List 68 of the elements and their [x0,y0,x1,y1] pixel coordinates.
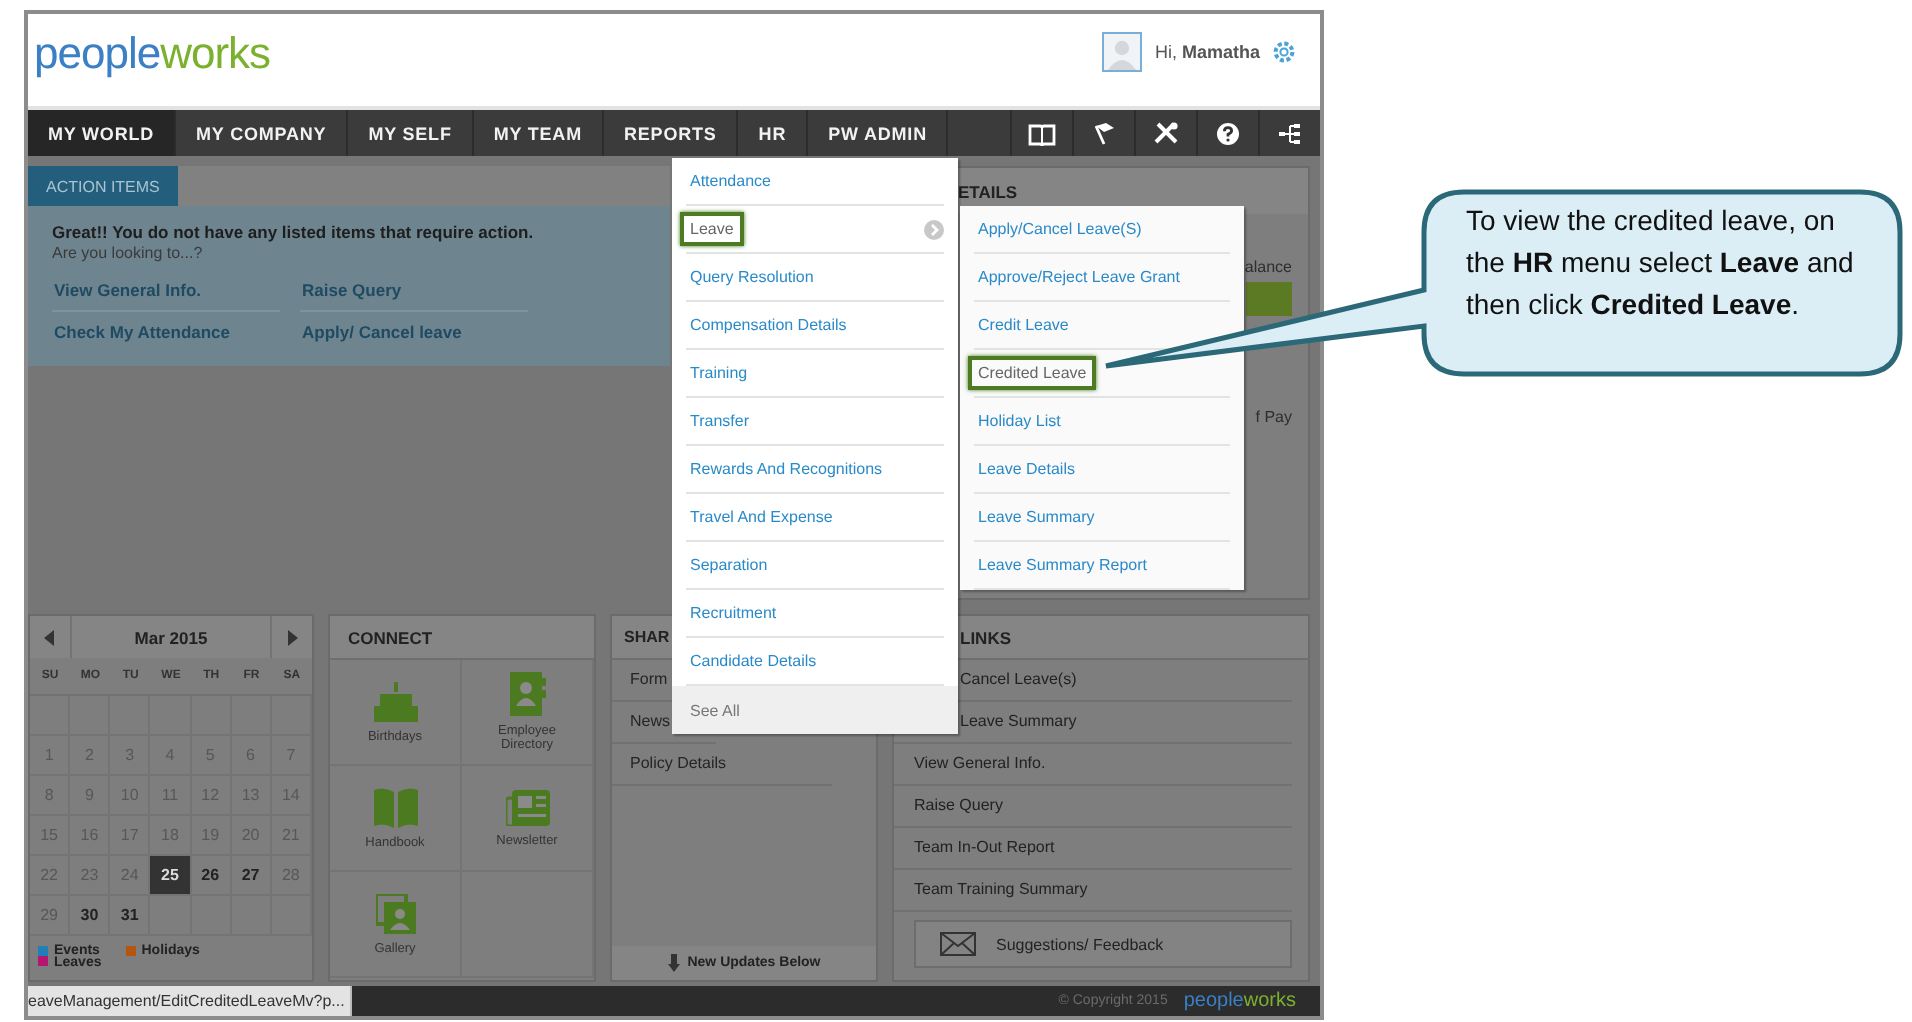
calendar-day[interactable]: 27 [231,856,272,896]
footer-logo: peopleworks [1183,990,1296,1012]
calendar-cell [191,896,232,936]
panel-title: SHAR [624,628,670,646]
user-greeting: Hi, Mamatha [1154,42,1260,62]
menu-item[interactable]: Attendance [686,158,944,206]
panel-title: LINKS [960,627,1011,647]
menu-item[interactable]: Leave Summary [974,494,1230,542]
cake-icon [373,681,417,721]
menu-item[interactable]: Training [686,350,944,398]
quick-link[interactable]: Raise Query [894,786,1292,828]
balance-label: alance [1244,258,1292,276]
quick-action-link[interactable]: Check My Attendance [52,312,280,352]
quick-link[interactable]: View General Info. [894,744,1292,786]
balance-bar [1246,282,1292,316]
panel-title: CONNECT [348,627,433,647]
down-arrow-icon [667,954,680,972]
callout-text: To view the credited leave, on the HR menu select Leave and then click Credited Leave. [1466,202,1856,324]
calendar-day[interactable]: 26 [191,856,232,896]
open-book-icon [373,787,417,827]
menu-item[interactable]: Recruitment [686,590,944,638]
previous-month-icon[interactable] [44,629,56,645]
calendar-day[interactable]: 30 [70,896,111,936]
quick-link[interactable]: Team In-Out Report [894,828,1292,870]
logo: peopleworks [34,28,271,80]
action-items-tab[interactable]: ACTION ITEMS [28,166,178,206]
avatar-icon [1102,32,1143,72]
action-prompt: Are you looking to...? [52,244,205,262]
menu-item[interactable]: Separation [686,542,944,590]
envelope-icon [940,932,976,956]
calendar-day[interactable]: 31 [110,896,151,936]
menu-item[interactable]: Holiday List [974,398,1230,446]
calendar-month: Mar 2015 [70,616,272,658]
next-month-icon[interactable] [286,629,298,645]
newspaper-icon [505,789,549,825]
settings-icon[interactable] [1272,40,1296,64]
calendar-cell [150,896,192,936]
gallery-icon [375,893,415,933]
calendar-day[interactable]: 25 [150,856,192,896]
help-icon[interactable] [1216,121,1240,145]
book-icon[interactable] [1028,121,1056,145]
menu-item[interactable]: Leave Details [974,446,1230,494]
directory-icon [509,672,545,716]
feedback-button[interactable]: Suggestions/ Feedback [914,920,1292,968]
menu-item[interactable]: Travel And Expense [686,494,944,542]
menu-item[interactable]: Rewards And Recognitions [686,446,944,494]
shared-item[interactable]: Policy Details [612,744,832,786]
status-url: eaveManagement/EditCreditedLeaveMv?p... [28,986,353,1016]
quick-action-link[interactable]: Raise Query [300,270,528,312]
action-message: Great!! You do not have any listed items that require action. [52,222,536,242]
menu-item[interactable]: Apply/Cancel Leave(S) [974,206,1230,254]
quick-action-link[interactable]: Apply/ Cancel leave [300,312,528,352]
menu-item[interactable]: Compensation Details [686,302,944,350]
menu-item[interactable]: Leave Summary Report [974,542,1230,590]
menu-item[interactable]: Query Resolution [686,254,944,302]
pay-label: f Pay [1255,408,1292,426]
quick-action-link[interactable]: View General Info. [52,270,280,312]
tools-icon[interactable] [1154,121,1178,145]
flag-icon[interactable] [1092,121,1116,145]
menu-item[interactable]: Leave [686,206,944,254]
panel-title: ETAILS [958,181,1018,201]
menu-item[interactable]: See All [672,686,958,734]
arrow-circle-icon [924,219,944,239]
menu-item[interactable]: Transfer [686,398,944,446]
menu-item[interactable]: Approve/Reject Leave Grant [974,254,1230,302]
sitemap-icon[interactable] [1278,121,1302,145]
nav-tab[interactable]: MY WORLD [28,110,177,156]
quick-link[interactable]: Team Training Summary [894,870,1292,912]
